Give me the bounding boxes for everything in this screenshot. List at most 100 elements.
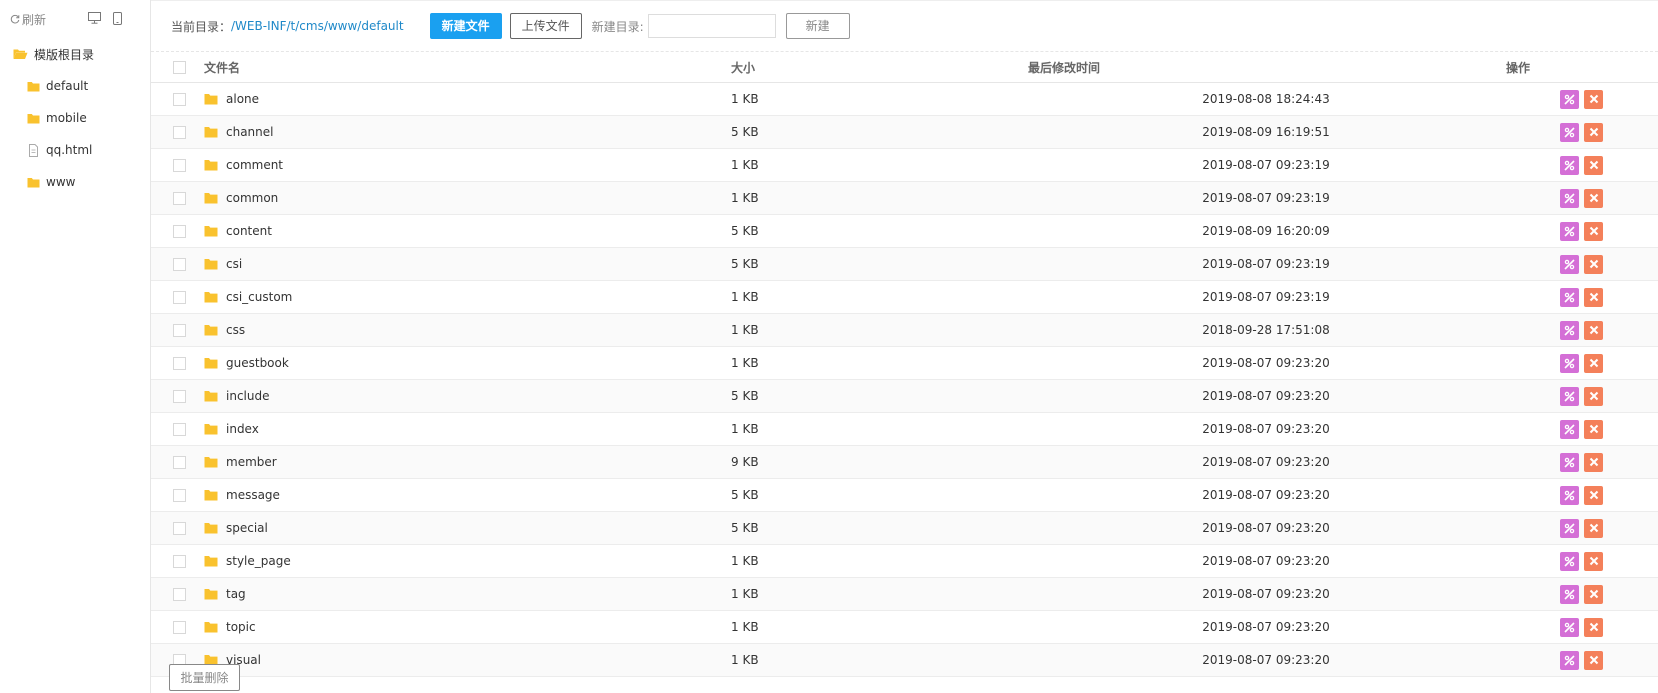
file-name[interactable]: csi_custom [226,290,292,304]
delete-button[interactable] [1584,386,1604,406]
tree-root[interactable]: 模版根目录 [0,38,150,70]
rename-button[interactable] [1559,221,1579,241]
table-row[interactable]: message 5 KB 2019-08-07 09:23:20 [151,478,1658,512]
table-row[interactable]: include 5 KB 2019-08-07 09:23:20 [151,379,1658,413]
row-checkbox[interactable] [173,323,186,337]
table-row[interactable]: content 5 KB 2019-08-09 16:20:09 [151,214,1658,248]
file-name[interactable]: common [226,191,278,205]
delete-button[interactable] [1584,452,1604,472]
row-checkbox[interactable] [173,455,186,469]
new-file-button[interactable]: 新建文件 [429,13,502,39]
file-name[interactable]: comment [226,158,283,172]
rename-button[interactable] [1559,584,1579,604]
row-checkbox[interactable] [173,620,186,634]
row-checkbox[interactable] [173,587,186,601]
row-checkbox[interactable] [173,224,186,238]
file-name[interactable]: guestbook [226,356,289,370]
delete-button[interactable] [1584,518,1604,538]
tree-item-www[interactable]: www [0,166,150,198]
create-dir-button[interactable]: 新建 [785,13,850,39]
file-name[interactable]: include [226,389,269,403]
header-modified[interactable]: 最后修改时间 [1027,52,1505,83]
table-row[interactable]: csi 5 KB 2019-08-07 09:23:19 [151,247,1658,281]
upload-file-button[interactable]: 上传文件 [509,13,582,39]
table-row[interactable]: special 5 KB 2019-08-07 09:23:20 [151,511,1658,545]
desktop-icon[interactable] [88,12,101,25]
delete-button[interactable] [1584,221,1604,241]
table-row[interactable]: guestbook 1 KB 2019-08-07 09:23:20 [151,346,1658,380]
table-row[interactable]: style_page 1 KB 2019-08-07 09:23:20 [151,544,1658,578]
table-row[interactable]: member 9 KB 2019-08-07 09:23:20 [151,445,1658,479]
file-name[interactable]: style_page [226,554,291,568]
delete-button[interactable] [1584,617,1604,637]
rename-button[interactable] [1559,89,1579,109]
rename-button[interactable] [1559,452,1579,472]
delete-button[interactable] [1584,188,1604,208]
file-name[interactable]: member [226,455,277,469]
table-row[interactable]: channel 5 KB 2019-08-09 16:19:51 [151,115,1658,149]
row-checkbox[interactable] [173,191,186,205]
file-name[interactable]: channel [226,125,273,139]
file-name[interactable]: message [226,488,280,502]
rename-button[interactable] [1559,320,1579,340]
select-all-checkbox[interactable] [173,60,186,74]
delete-button[interactable] [1584,320,1604,340]
rename-button[interactable] [1559,122,1579,142]
rename-button[interactable] [1559,650,1579,670]
rename-button[interactable] [1559,386,1579,406]
row-checkbox[interactable] [173,158,186,172]
rename-button[interactable] [1559,419,1579,439]
rename-button[interactable] [1559,551,1579,571]
row-checkbox[interactable] [173,290,186,304]
row-checkbox[interactable] [173,389,186,403]
row-checkbox[interactable] [173,356,186,370]
rename-button[interactable] [1559,188,1579,208]
tree-item-mobile[interactable]: mobile [0,102,150,134]
rename-button[interactable] [1559,254,1579,274]
row-checkbox[interactable] [173,422,186,436]
delete-button[interactable] [1584,89,1604,109]
rename-button[interactable] [1559,287,1579,307]
delete-button[interactable] [1584,584,1604,604]
tree-item-qq-html[interactable]: qq.html [0,134,150,166]
table-row[interactable]: alone 1 KB 2019-08-08 18:24:43 [151,82,1658,116]
batch-delete-button[interactable]: 批量删除 [169,664,240,691]
header-size[interactable]: 大小 [731,52,1027,83]
row-checkbox[interactable] [173,488,186,502]
row-checkbox[interactable] [173,257,186,271]
file-name[interactable]: csi [226,257,242,271]
mobile-icon[interactable] [113,12,122,25]
row-checkbox[interactable] [173,521,186,535]
file-name[interactable]: tag [226,587,246,601]
table-row[interactable]: tag 1 KB 2019-08-07 09:23:20 [151,577,1658,611]
new-dir-input[interactable] [647,14,776,38]
refresh-button[interactable]: 刷新 [10,11,46,28]
row-checkbox[interactable] [173,554,186,568]
delete-button[interactable] [1584,419,1604,439]
current-dir-path[interactable]: /WEB-INF/t/cms/www/default [231,19,404,33]
file-name[interactable]: topic [226,620,256,634]
delete-button[interactable] [1584,287,1604,307]
file-name[interactable]: index [226,422,259,436]
rename-button[interactable] [1559,353,1579,373]
row-checkbox[interactable] [173,125,186,139]
delete-button[interactable] [1584,485,1604,505]
tree-item-default[interactable]: default [0,70,150,102]
file-name[interactable]: css [226,323,245,337]
table-row[interactable]: topic 1 KB 2019-08-07 09:23:20 [151,610,1658,644]
table-row[interactable]: common 1 KB 2019-08-07 09:23:19 [151,181,1658,215]
file-name[interactable]: special [226,521,268,535]
row-checkbox[interactable] [173,92,186,106]
table-row[interactable]: comment 1 KB 2019-08-07 09:23:19 [151,148,1658,182]
delete-button[interactable] [1584,254,1604,274]
delete-button[interactable] [1584,551,1604,571]
rename-button[interactable] [1559,155,1579,175]
delete-button[interactable] [1584,650,1604,670]
table-row[interactable]: visual 1 KB 2019-08-07 09:23:20 [151,643,1658,677]
delete-button[interactable] [1584,122,1604,142]
file-name[interactable]: content [226,224,272,238]
table-row[interactable]: index 1 KB 2019-08-07 09:23:20 [151,412,1658,446]
header-name[interactable]: 文件名 [203,52,731,83]
table-row[interactable]: csi_custom 1 KB 2019-08-07 09:23:19 [151,280,1658,314]
file-name[interactable]: alone [226,92,259,106]
